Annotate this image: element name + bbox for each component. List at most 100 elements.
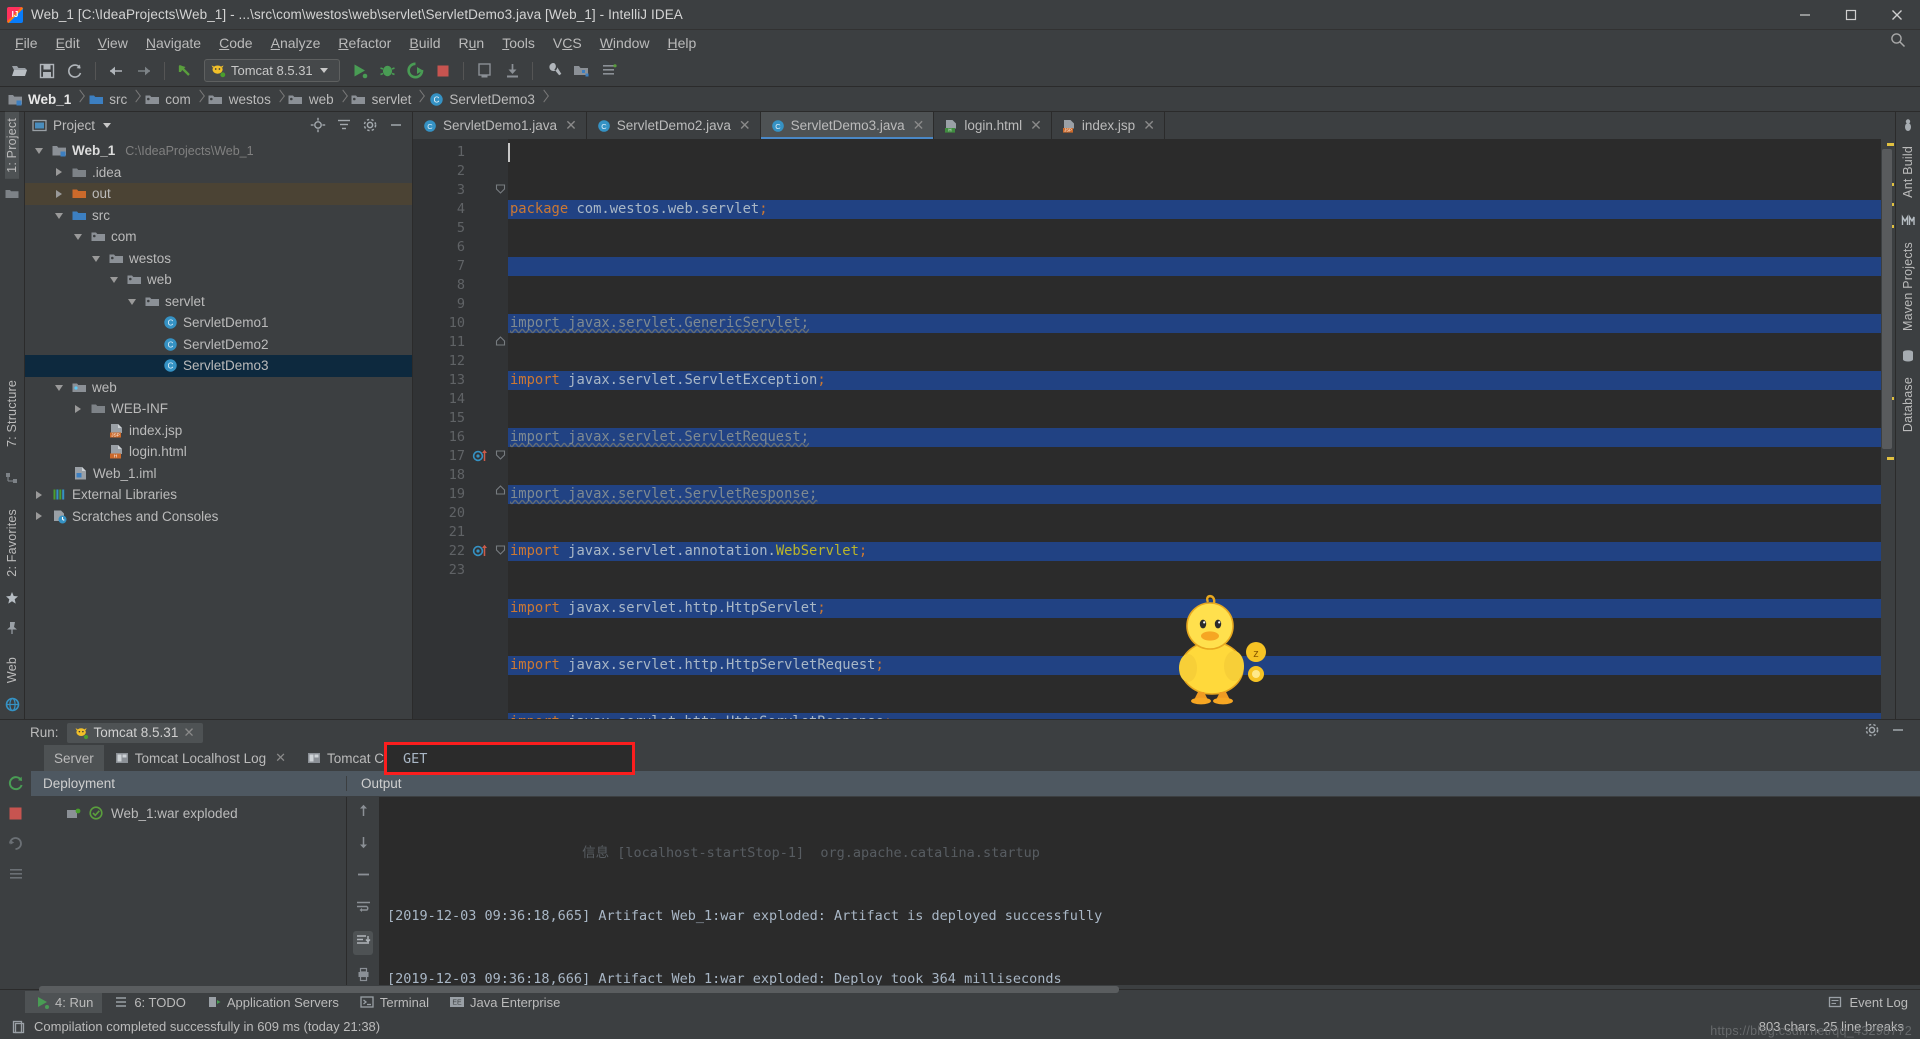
close-icon[interactable]: ✕ xyxy=(739,117,751,134)
run-configuration-selector[interactable]: Tomcat 8.5.31 xyxy=(204,59,340,82)
twisty-icon[interactable] xyxy=(126,295,139,308)
bottom-button-todo[interactable]: 6: TODO xyxy=(104,991,195,1013)
twisty-icon[interactable] xyxy=(33,144,46,157)
menu-run[interactable]: Run xyxy=(449,32,493,54)
fold-marker-imports[interactable] xyxy=(495,181,508,200)
tab-servletdemo1[interactable]: C ServletDemo1.java ✕ xyxy=(413,112,587,139)
menu-file[interactable]: File xyxy=(6,32,47,54)
twisty-icon[interactable] xyxy=(53,166,66,179)
tree-item-web1-root[interactable]: Web_1 C:\IdeaProjects\Web_1 xyxy=(25,140,412,162)
editor-scroll-thumb[interactable] xyxy=(1882,149,1892,449)
bottom-button-java-enterprise[interactable]: EE Java Enterprise xyxy=(440,991,569,1013)
ant-icon[interactable] xyxy=(1899,116,1917,134)
twisty-icon[interactable] xyxy=(33,510,46,523)
run-tab-server[interactable]: Server xyxy=(44,745,104,771)
stop-icon[interactable] xyxy=(8,806,23,826)
tree-item-servletdemo3[interactable]: C ServletDemo3 xyxy=(25,355,412,377)
breadcrumb-item-westos[interactable]: westos xyxy=(208,87,275,112)
tree-item-iml[interactable]: Web_1.iml xyxy=(25,463,412,485)
tree-item-web-pkg[interactable]: web xyxy=(25,269,412,291)
folder-icon[interactable] xyxy=(3,185,21,203)
run-config-chip[interactable]: Tomcat 8.5.31 ✕ xyxy=(66,722,203,743)
debug-icon[interactable] xyxy=(374,58,400,84)
rail-button-favorites[interactable]: 2: Favorites xyxy=(5,503,19,583)
scroll-to-end-icon[interactable] xyxy=(353,931,373,955)
maven-icon[interactable] xyxy=(1899,212,1917,230)
chevron-down-icon[interactable] xyxy=(319,68,328,73)
arrow-back-icon[interactable] xyxy=(103,58,129,84)
sdk-icon[interactable] xyxy=(596,58,622,84)
menu-edit[interactable]: Edit xyxy=(47,32,89,54)
clear-all-icon[interactable] xyxy=(356,867,371,887)
structure-icon[interactable] xyxy=(3,469,21,487)
save-icon[interactable] xyxy=(34,58,60,84)
bottom-button-terminal[interactable]: Terminal xyxy=(350,991,438,1013)
tree-item-westos[interactable]: westos xyxy=(25,248,412,270)
close-icon[interactable]: ✕ xyxy=(275,750,286,766)
locate-icon[interactable] xyxy=(308,115,328,135)
maximize-button[interactable] xyxy=(1828,0,1874,30)
twisty-icon[interactable] xyxy=(72,230,85,243)
warning-marker[interactable] xyxy=(1887,143,1894,146)
close-icon[interactable]: ✕ xyxy=(1143,117,1155,134)
settings-icon[interactable] xyxy=(8,866,24,887)
project-structure-icon[interactable] xyxy=(568,58,594,84)
search-everywhere-icon[interactable] xyxy=(1890,32,1906,53)
restart-icon[interactable] xyxy=(7,835,24,857)
rail-button-database[interactable]: Database xyxy=(1901,371,1915,438)
hide-icon[interactable] xyxy=(1890,722,1906,743)
tree-item-web-folder[interactable]: web xyxy=(25,377,412,399)
gear-icon[interactable] xyxy=(1864,722,1880,743)
tab-loginhtml[interactable]: H login.html ✕ xyxy=(934,112,1052,139)
editor-fold-column[interactable] xyxy=(495,139,508,719)
breadcrumb-item-com[interactable]: com xyxy=(144,87,195,112)
arrow-forward-icon[interactable] xyxy=(131,58,157,84)
web-globe-icon[interactable] xyxy=(3,695,21,713)
close-icon[interactable]: ✕ xyxy=(913,117,925,134)
rerun-icon[interactable] xyxy=(7,774,25,797)
fold-marker-doget[interactable] xyxy=(495,447,508,466)
editor-body[interactable]: 1 2 3 4 5 6 7 8 9 10 11 12 13 14 15 16 1 xyxy=(413,139,1895,719)
run-tab-localhost-log[interactable]: Tomcat Localhost Log ✕ xyxy=(104,745,296,771)
wrench-icon[interactable] xyxy=(540,58,566,84)
tree-item-servletdemo1[interactable]: C ServletDemo1 xyxy=(25,312,412,334)
fold-marker-dopost[interactable] xyxy=(495,542,508,561)
tab-servletdemo2[interactable]: C ServletDemo2.java ✕ xyxy=(586,112,761,139)
tree-item-src[interactable]: src xyxy=(25,205,412,227)
database-icon[interactable] xyxy=(1899,347,1917,365)
run-with-coverage-icon[interactable] xyxy=(402,58,428,84)
console-output[interactable]: 信息 [localhost-startStop-1] org.apache.ca… xyxy=(379,797,1920,986)
menu-analyze[interactable]: Analyze xyxy=(262,32,330,54)
menu-window[interactable]: Window xyxy=(591,32,659,54)
notification-icon[interactable] xyxy=(10,1019,26,1035)
update-app-icon[interactable] xyxy=(471,58,497,84)
tree-item-servlet[interactable]: servlet xyxy=(25,291,412,313)
close-button[interactable] xyxy=(1874,0,1920,30)
twisty-icon[interactable] xyxy=(108,273,121,286)
menu-vcs[interactable]: VCS xyxy=(544,32,591,54)
fold-marker-imports-end[interactable] xyxy=(495,333,508,352)
breadcrumb-item-web[interactable]: web xyxy=(288,87,338,112)
scroll-down-icon[interactable] xyxy=(356,835,371,855)
tree-item-loginhtml[interactable]: H login.html xyxy=(25,441,412,463)
gear-icon[interactable] xyxy=(360,115,380,135)
breadcrumb-item-servlet[interactable]: servlet xyxy=(351,87,416,112)
tree-item-servletdemo2[interactable]: C ServletDemo2 xyxy=(25,334,412,356)
open-folder-icon[interactable] xyxy=(6,58,32,84)
twisty-icon[interactable] xyxy=(72,402,85,415)
project-tree[interactable]: Web_1 C:\IdeaProjects\Web_1 .idea out sr… xyxy=(25,138,412,719)
breadcrumb-item-src[interactable]: src xyxy=(88,87,131,112)
deployment-item[interactable]: Web_1:war exploded xyxy=(31,805,346,821)
menu-navigate[interactable]: Navigate xyxy=(137,32,210,54)
console-horizontal-scrollbar[interactable] xyxy=(31,985,1920,994)
warning-marker[interactable] xyxy=(1887,457,1894,460)
editor-gutter-markers[interactable] xyxy=(471,139,495,719)
rail-button-project[interactable]: 1: Project xyxy=(5,112,19,179)
minimize-button[interactable] xyxy=(1782,0,1828,30)
bottom-button-run[interactable]: 4: Run xyxy=(25,991,103,1013)
menu-tools[interactable]: Tools xyxy=(493,32,544,54)
rail-button-maven[interactable]: Maven Projects xyxy=(1901,236,1915,337)
menu-refactor[interactable]: Refactor xyxy=(329,32,400,54)
close-icon[interactable]: ✕ xyxy=(183,725,194,741)
bottom-button-app-servers[interactable]: Application Servers xyxy=(197,991,348,1013)
